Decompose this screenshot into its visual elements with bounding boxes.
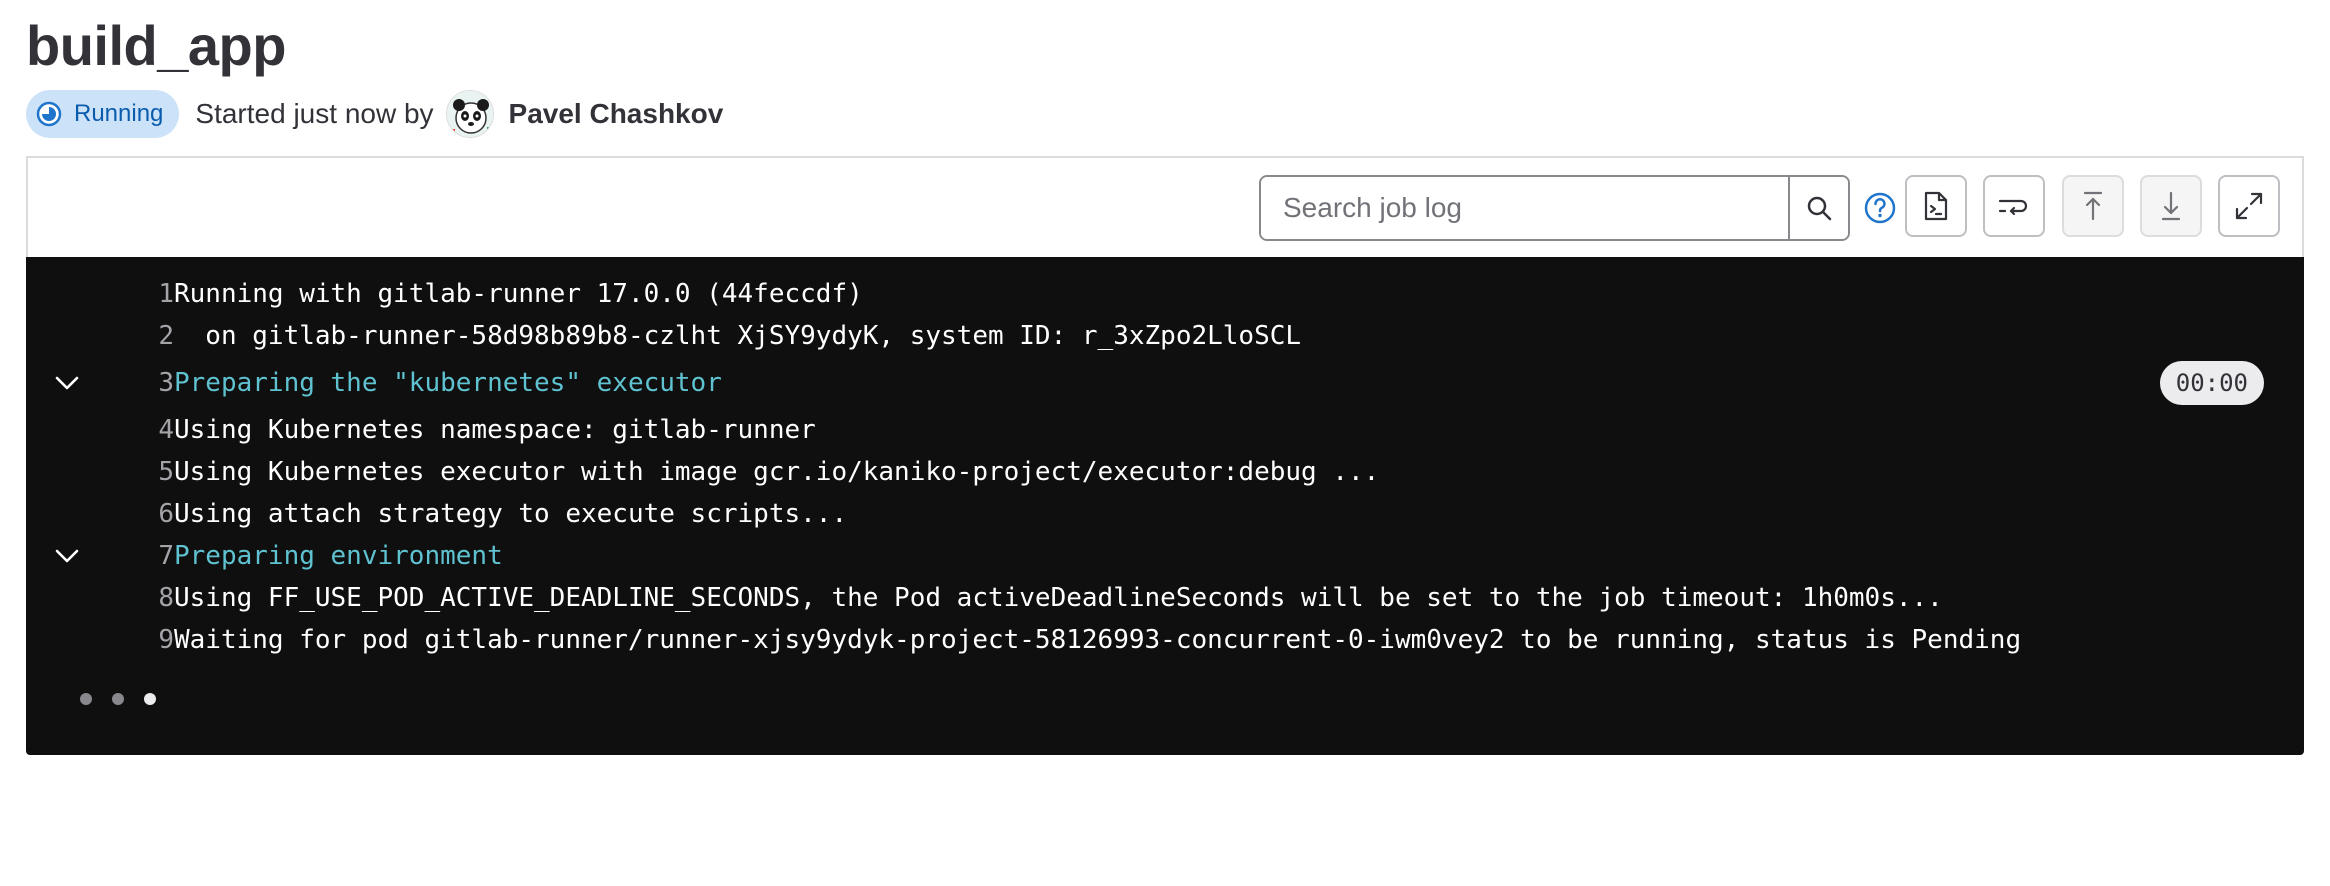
job-title: build_app (26, 14, 286, 77)
log-line: 2 on gitlab-runner-58d98b89b8-czlht XjSY… (26, 316, 2304, 356)
line-number[interactable]: 9 (106, 625, 174, 655)
line-number[interactable]: 2 (106, 321, 174, 351)
fullscreen-button[interactable] (2218, 175, 2280, 237)
loading-dot (112, 693, 124, 705)
job-log-toolbar (26, 156, 2304, 257)
log-line: 9 Waiting for pod gitlab-runner/runner-x… (26, 620, 2304, 660)
job-meta: Running Started just now by Pavel Chashk… (26, 89, 723, 139)
scroll-bottom-button[interactable] (2140, 175, 2202, 237)
section-duration-badge: 00:00 (2159, 361, 2264, 405)
log-line: 6 Using attach strategy to execute scrip… (26, 494, 2304, 534)
log-section-header[interactable]: 7 Preparing environment (26, 536, 2304, 576)
line-text: Using attach strategy to execute scripts… (174, 499, 848, 529)
job-log: 1 Running with gitlab-runner 17.0.0 (44f… (26, 257, 2304, 755)
section-title: Preparing the "kubernetes" executor (174, 368, 722, 398)
status-badge[interactable]: Running (26, 90, 180, 138)
doc-code-icon (1924, 191, 1948, 221)
scroll-down-icon (2161, 191, 2181, 221)
wrap-lines-button[interactable] (1983, 175, 2045, 237)
line-number[interactable]: 7 (106, 541, 174, 571)
avatar[interactable] (445, 90, 494, 138)
scroll-top-button[interactable] (2062, 175, 2124, 237)
status-running-icon (36, 101, 62, 127)
line-number[interactable]: 4 (106, 415, 174, 445)
line-text: Waiting for pod gitlab-runner/runner-xjs… (174, 625, 2022, 655)
section-title: Preparing environment (174, 541, 503, 571)
line-number[interactable]: 1 (106, 279, 174, 309)
log-section-header[interactable]: 3 Preparing the "kubernetes" executor 00… (26, 358, 2304, 408)
search-box (1259, 175, 1850, 241)
avatar-panda-icon (446, 91, 493, 137)
chevron-down-icon (55, 376, 79, 390)
search-input[interactable] (1261, 177, 1788, 239)
author-link[interactable]: Pavel Chashkov (509, 98, 724, 130)
loading-dot (144, 693, 156, 705)
line-text: Using Kubernetes namespace: gitlab-runne… (174, 415, 816, 445)
log-line: 1 Running with gitlab-runner 17.0.0 (44f… (26, 274, 2304, 314)
log-line: 5 Using Kubernetes executor with image g… (26, 452, 2304, 492)
line-number[interactable]: 3 (106, 368, 174, 398)
maximize-icon (2235, 192, 2263, 220)
log-line: 8 Using FF_USE_POD_ACTIVE_DEADLINE_SECON… (26, 578, 2304, 618)
line-number[interactable]: 6 (106, 499, 174, 529)
chevron-down-icon (55, 549, 79, 563)
line-number[interactable]: 8 (106, 583, 174, 613)
line-text: Using Kubernetes executor with image gcr… (174, 457, 1380, 487)
status-label: Running (74, 100, 164, 127)
line-text: Running with gitlab-runner 17.0.0 (44fec… (174, 279, 863, 309)
show-raw-button[interactable] (1905, 175, 1967, 237)
started-text: Started just now by (195, 98, 434, 129)
job-page: build_app Running Started just now by Pa… (0, 0, 2330, 886)
line-text: on gitlab-runner-58d98b89b8-czlht XjSY9y… (174, 321, 1302, 351)
scroll-up-icon (2083, 191, 2103, 221)
section-toggle[interactable] (52, 368, 82, 398)
section-toggle[interactable] (52, 541, 82, 571)
question-circle-icon[interactable] (1863, 191, 1897, 225)
text-wrap-icon (1998, 199, 2028, 216)
line-text: Using FF_USE_POD_ACTIVE_DEADLINE_SECONDS… (174, 583, 1943, 613)
search-button[interactable] (1788, 177, 1848, 239)
line-number[interactable]: 5 (106, 457, 174, 487)
loading-dot (80, 693, 92, 705)
search-icon (1807, 196, 1832, 221)
loading-indicator (80, 693, 156, 705)
log-line: 4 Using Kubernetes namespace: gitlab-run… (26, 410, 2304, 450)
